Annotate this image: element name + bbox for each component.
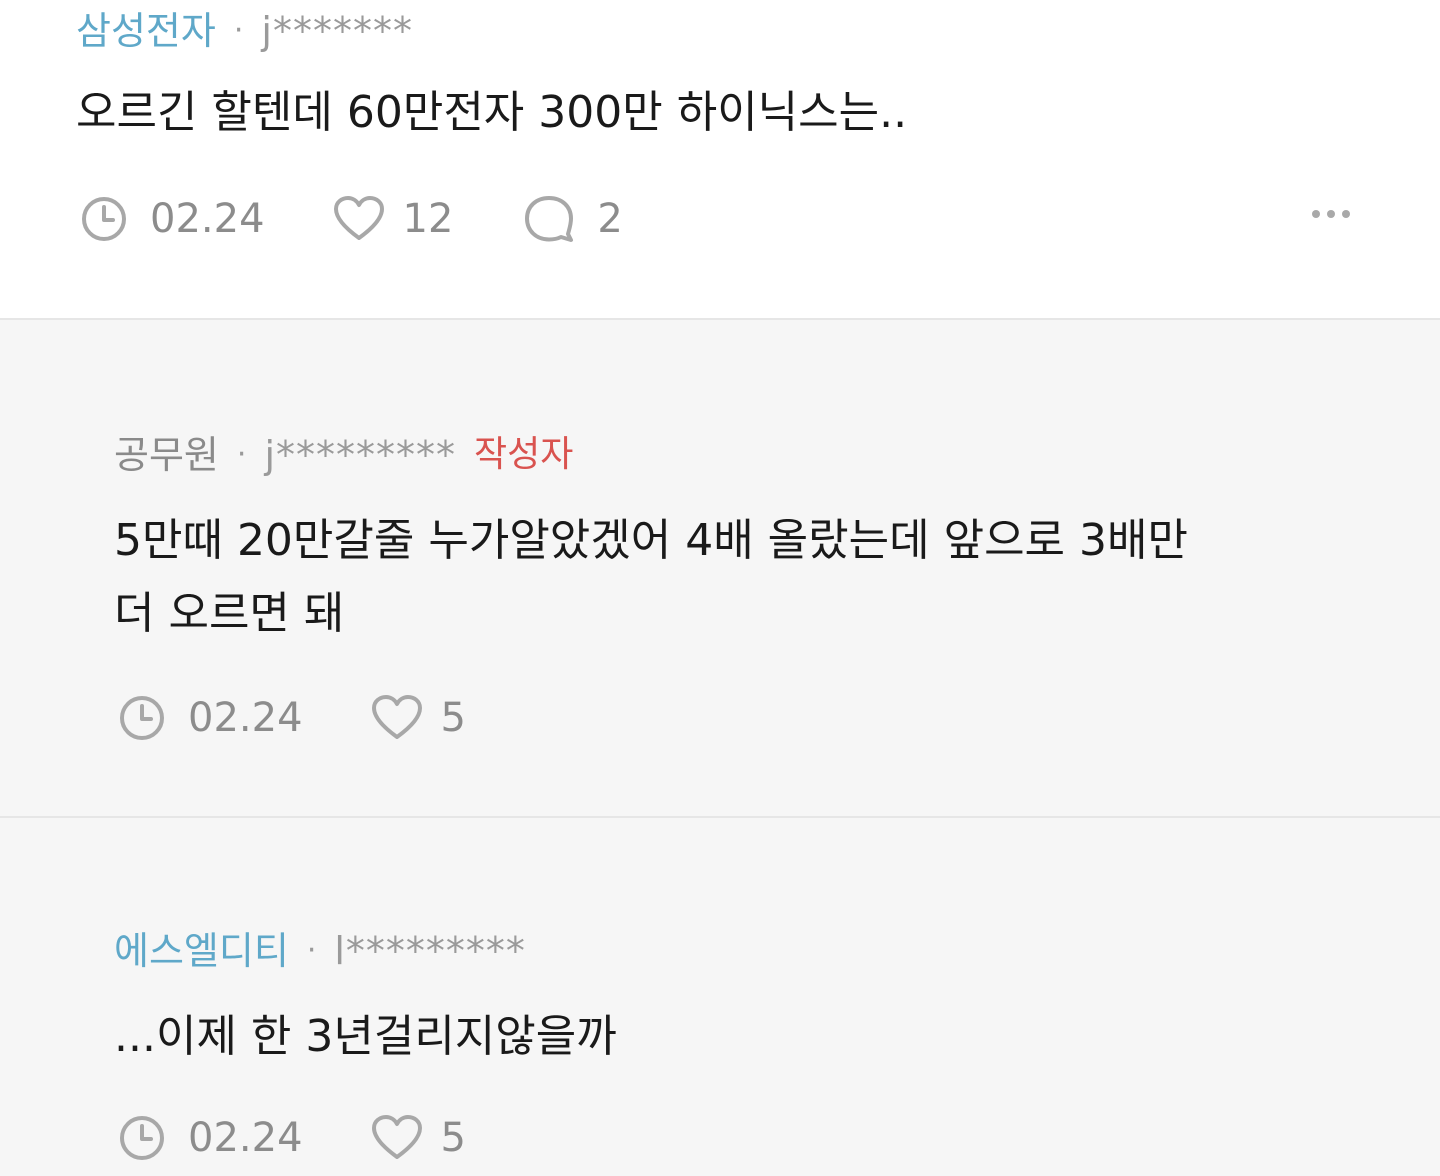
reply-item: 에스엘디티 · l********* ...이제 한 3년걸리지않을까 02.2… [0, 818, 1440, 1176]
meta-separator: · [306, 933, 317, 968]
like-button[interactable]: 5 [371, 1114, 466, 1162]
like-button[interactable]: 5 [371, 694, 466, 742]
reply-button[interactable]: 2 [523, 194, 623, 244]
comment-text: 오르긴 할텐데 60만전자 300만 하이닉스는.. [76, 87, 908, 138]
comment-stats: 02.24 12 2 [80, 194, 623, 244]
reply-count: 2 [597, 196, 623, 242]
clock-icon [120, 1116, 164, 1160]
heart-icon [371, 1115, 422, 1159]
meta-separator: · [236, 437, 247, 472]
like-count: 5 [440, 695, 466, 741]
reply-item: 공무원 · j********* 작성자 5만때 20만갈줄 누가알았겠어 4배… [0, 320, 1440, 816]
comment-text-line: 5만때 20만갈줄 누가알았겠어 4배 올랐는데 앞으로 3배만 [114, 515, 1188, 566]
more-dots-icon[interactable] [1312, 210, 1350, 218]
comment-date: 02.24 [188, 1115, 303, 1161]
comment-text-line: 더 오르면 돼 [114, 588, 345, 639]
like-count: 5 [440, 1115, 466, 1161]
date-stat: 02.24 [118, 1114, 303, 1162]
date-stat: 02.24 [118, 694, 303, 742]
dot [1327, 210, 1335, 218]
heart-icon [333, 196, 384, 240]
comment-date: 02.24 [150, 196, 265, 242]
comment-thread: 삼성전자 · j******* 오르긴 할텐데 60만전자 300만 하이닉스는… [0, 0, 1440, 1176]
like-count: 12 [402, 196, 454, 242]
date-stat: 02.24 [80, 195, 265, 243]
username: j******* [261, 9, 413, 53]
stock-badge[interactable]: 에스엘디티 [114, 932, 289, 970]
speech-bubble-icon [525, 196, 574, 242]
like-button[interactable]: 12 [333, 195, 454, 243]
dot [1312, 210, 1320, 218]
comment-stats: 02.24 5 [118, 694, 466, 742]
heart-icon [371, 695, 422, 739]
comment-meta: 삼성전자 · j******* [76, 12, 413, 50]
dot [1342, 210, 1350, 218]
clock-icon [82, 197, 126, 241]
comment-meta: 에스엘디티 · l********* [114, 932, 526, 970]
comment-item: 삼성전자 · j******* 오르긴 할텐데 60만전자 300만 하이닉스는… [0, 0, 1440, 318]
meta-separator: · [233, 13, 244, 48]
username: j********* [264, 433, 456, 477]
comment-meta: 공무원 · j********* 작성자 [114, 436, 573, 474]
clock-icon [120, 696, 164, 740]
comment-text: 5만때 20만갈줄 누가알았겠어 4배 올랐는데 앞으로 3배만 더 오르면 돼 [114, 504, 1188, 650]
stock-badge[interactable]: 공무원 [114, 436, 219, 474]
comment-text: ...이제 한 3년걸리지않을까 [114, 1011, 617, 1062]
author-tag: 작성자 [474, 434, 574, 475]
username: l********* [334, 929, 526, 973]
comment-date: 02.24 [188, 695, 303, 741]
stock-badge[interactable]: 삼성전자 [76, 12, 216, 50]
comment-stats: 02.24 5 [118, 1114, 466, 1162]
